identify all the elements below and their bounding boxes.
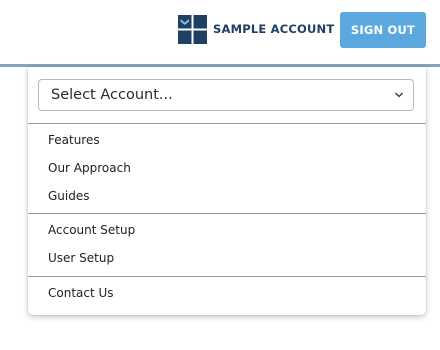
- top-header: SAMPLE ACCOUNT SIGN OUT: [0, 0, 440, 67]
- account-logo-icon: [178, 14, 207, 44]
- menu-item-contact-us[interactable]: Contact Us: [48, 286, 114, 300]
- menu-divider: [28, 123, 426, 124]
- account-name: SAMPLE ACCOUNT: [213, 22, 335, 36]
- dropdown-menu-panel: Select Account... Features Our Approach …: [28, 67, 426, 315]
- account-info[interactable]: SAMPLE ACCOUNT: [178, 14, 334, 44]
- menu-item-account-setup[interactable]: Account Setup: [48, 223, 135, 237]
- account-select-value: Select Account...: [51, 87, 173, 103]
- menu-divider: [28, 276, 426, 277]
- chevron-down-icon: [395, 92, 403, 98]
- menu-divider: [28, 213, 426, 214]
- menu-item-our-approach[interactable]: Our Approach: [48, 161, 131, 175]
- sign-out-button[interactable]: SIGN OUT: [340, 12, 426, 48]
- menu-item-user-setup[interactable]: User Setup: [48, 251, 114, 265]
- menu-item-guides[interactable]: Guides: [48, 189, 90, 203]
- account-select[interactable]: Select Account...: [38, 79, 414, 111]
- menu-item-features[interactable]: Features: [48, 133, 100, 147]
